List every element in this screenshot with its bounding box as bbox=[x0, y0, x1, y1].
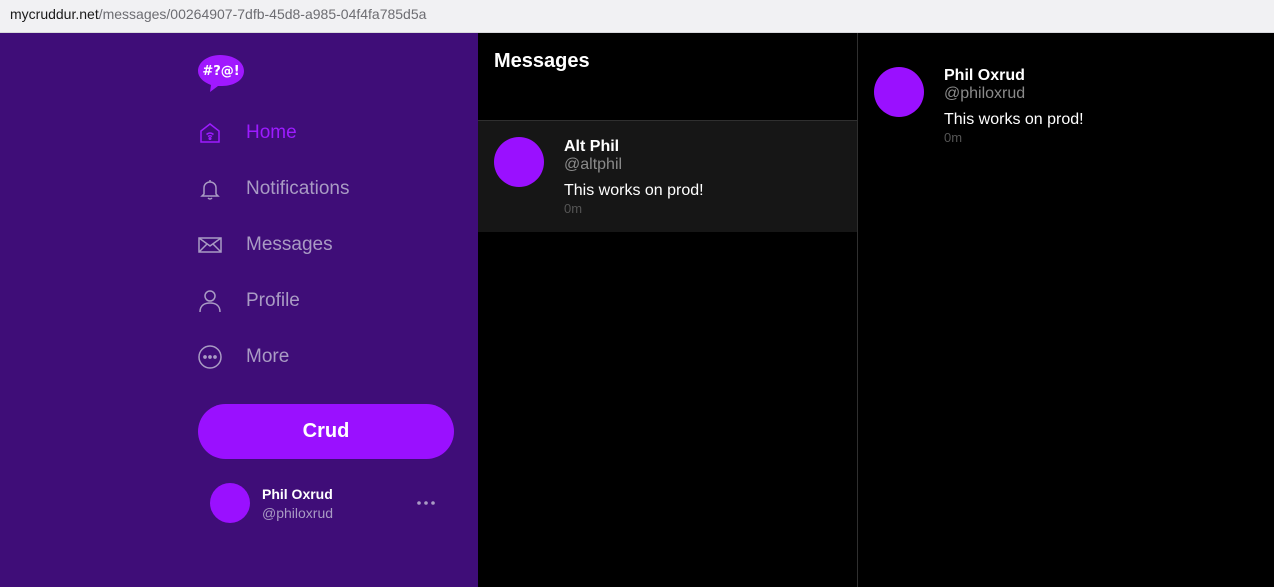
envelope-icon bbox=[198, 233, 222, 257]
nav-item-label: Notifications bbox=[246, 178, 350, 199]
message-sender-handle: @philoxrud bbox=[944, 85, 1026, 102]
nav-item-notifications[interactable]: Notifications bbox=[198, 169, 438, 209]
message-text: This works on prod! bbox=[944, 111, 1084, 128]
nav-item-label: Messages bbox=[246, 234, 333, 255]
nav-item-profile[interactable]: Profile bbox=[198, 281, 438, 321]
bell-icon bbox=[198, 177, 222, 201]
nav-item-label: Profile bbox=[246, 290, 300, 311]
avatar bbox=[210, 483, 250, 523]
conversation-list: Messages Alt Phil @altphil This works on… bbox=[478, 33, 858, 587]
conversation-name: Alt Phil bbox=[564, 138, 620, 155]
message-time: 0m bbox=[944, 130, 963, 145]
page-title: Messages bbox=[494, 50, 590, 72]
speech-bubble-logo-icon[interactable]: #?@! bbox=[198, 53, 246, 93]
avatar bbox=[494, 137, 544, 187]
crud-button[interactable]: Crud bbox=[198, 404, 454, 459]
person-icon bbox=[198, 289, 222, 313]
conversation-time: 0m bbox=[564, 201, 583, 216]
conversation-item[interactable]: Alt Phil @altphil This works on prod! 0m bbox=[478, 121, 857, 232]
nav-item-label: More bbox=[246, 346, 290, 367]
account-name: Phil Oxrud bbox=[262, 486, 333, 502]
account-handle: @philoxrud bbox=[262, 505, 334, 521]
more-circle-icon bbox=[198, 345, 222, 369]
logo-text: #?@! bbox=[202, 64, 239, 79]
nav-item-more[interactable]: More bbox=[198, 337, 438, 377]
account-switcher[interactable]: Phil Oxrud @philoxrud bbox=[210, 483, 450, 523]
sidebar: #?@! Home Notifications Messages Profile… bbox=[0, 33, 478, 587]
nav-item-home[interactable]: Home bbox=[198, 113, 438, 153]
url-path: /messages/00264907-7dfb-45d8-a985-04f4fa… bbox=[98, 6, 427, 22]
address-bar[interactable]: mycruddur.net/messages/00264907-7dfb-45d… bbox=[0, 0, 1274, 33]
home-icon bbox=[198, 121, 222, 145]
message-sender-name: Phil Oxrud bbox=[944, 67, 1025, 84]
url-domain: mycruddur.net bbox=[10, 6, 99, 22]
message-thread: Phil Oxrud @philoxrud This works on prod… bbox=[858, 33, 1274, 587]
conversation-message: This works on prod! bbox=[564, 182, 704, 199]
nav-item-messages[interactable]: Messages bbox=[198, 225, 438, 265]
avatar bbox=[874, 67, 924, 117]
nav-item-label: Home bbox=[246, 122, 297, 143]
more-options-icon[interactable] bbox=[414, 491, 438, 515]
conversation-handle: @altphil bbox=[564, 156, 623, 173]
